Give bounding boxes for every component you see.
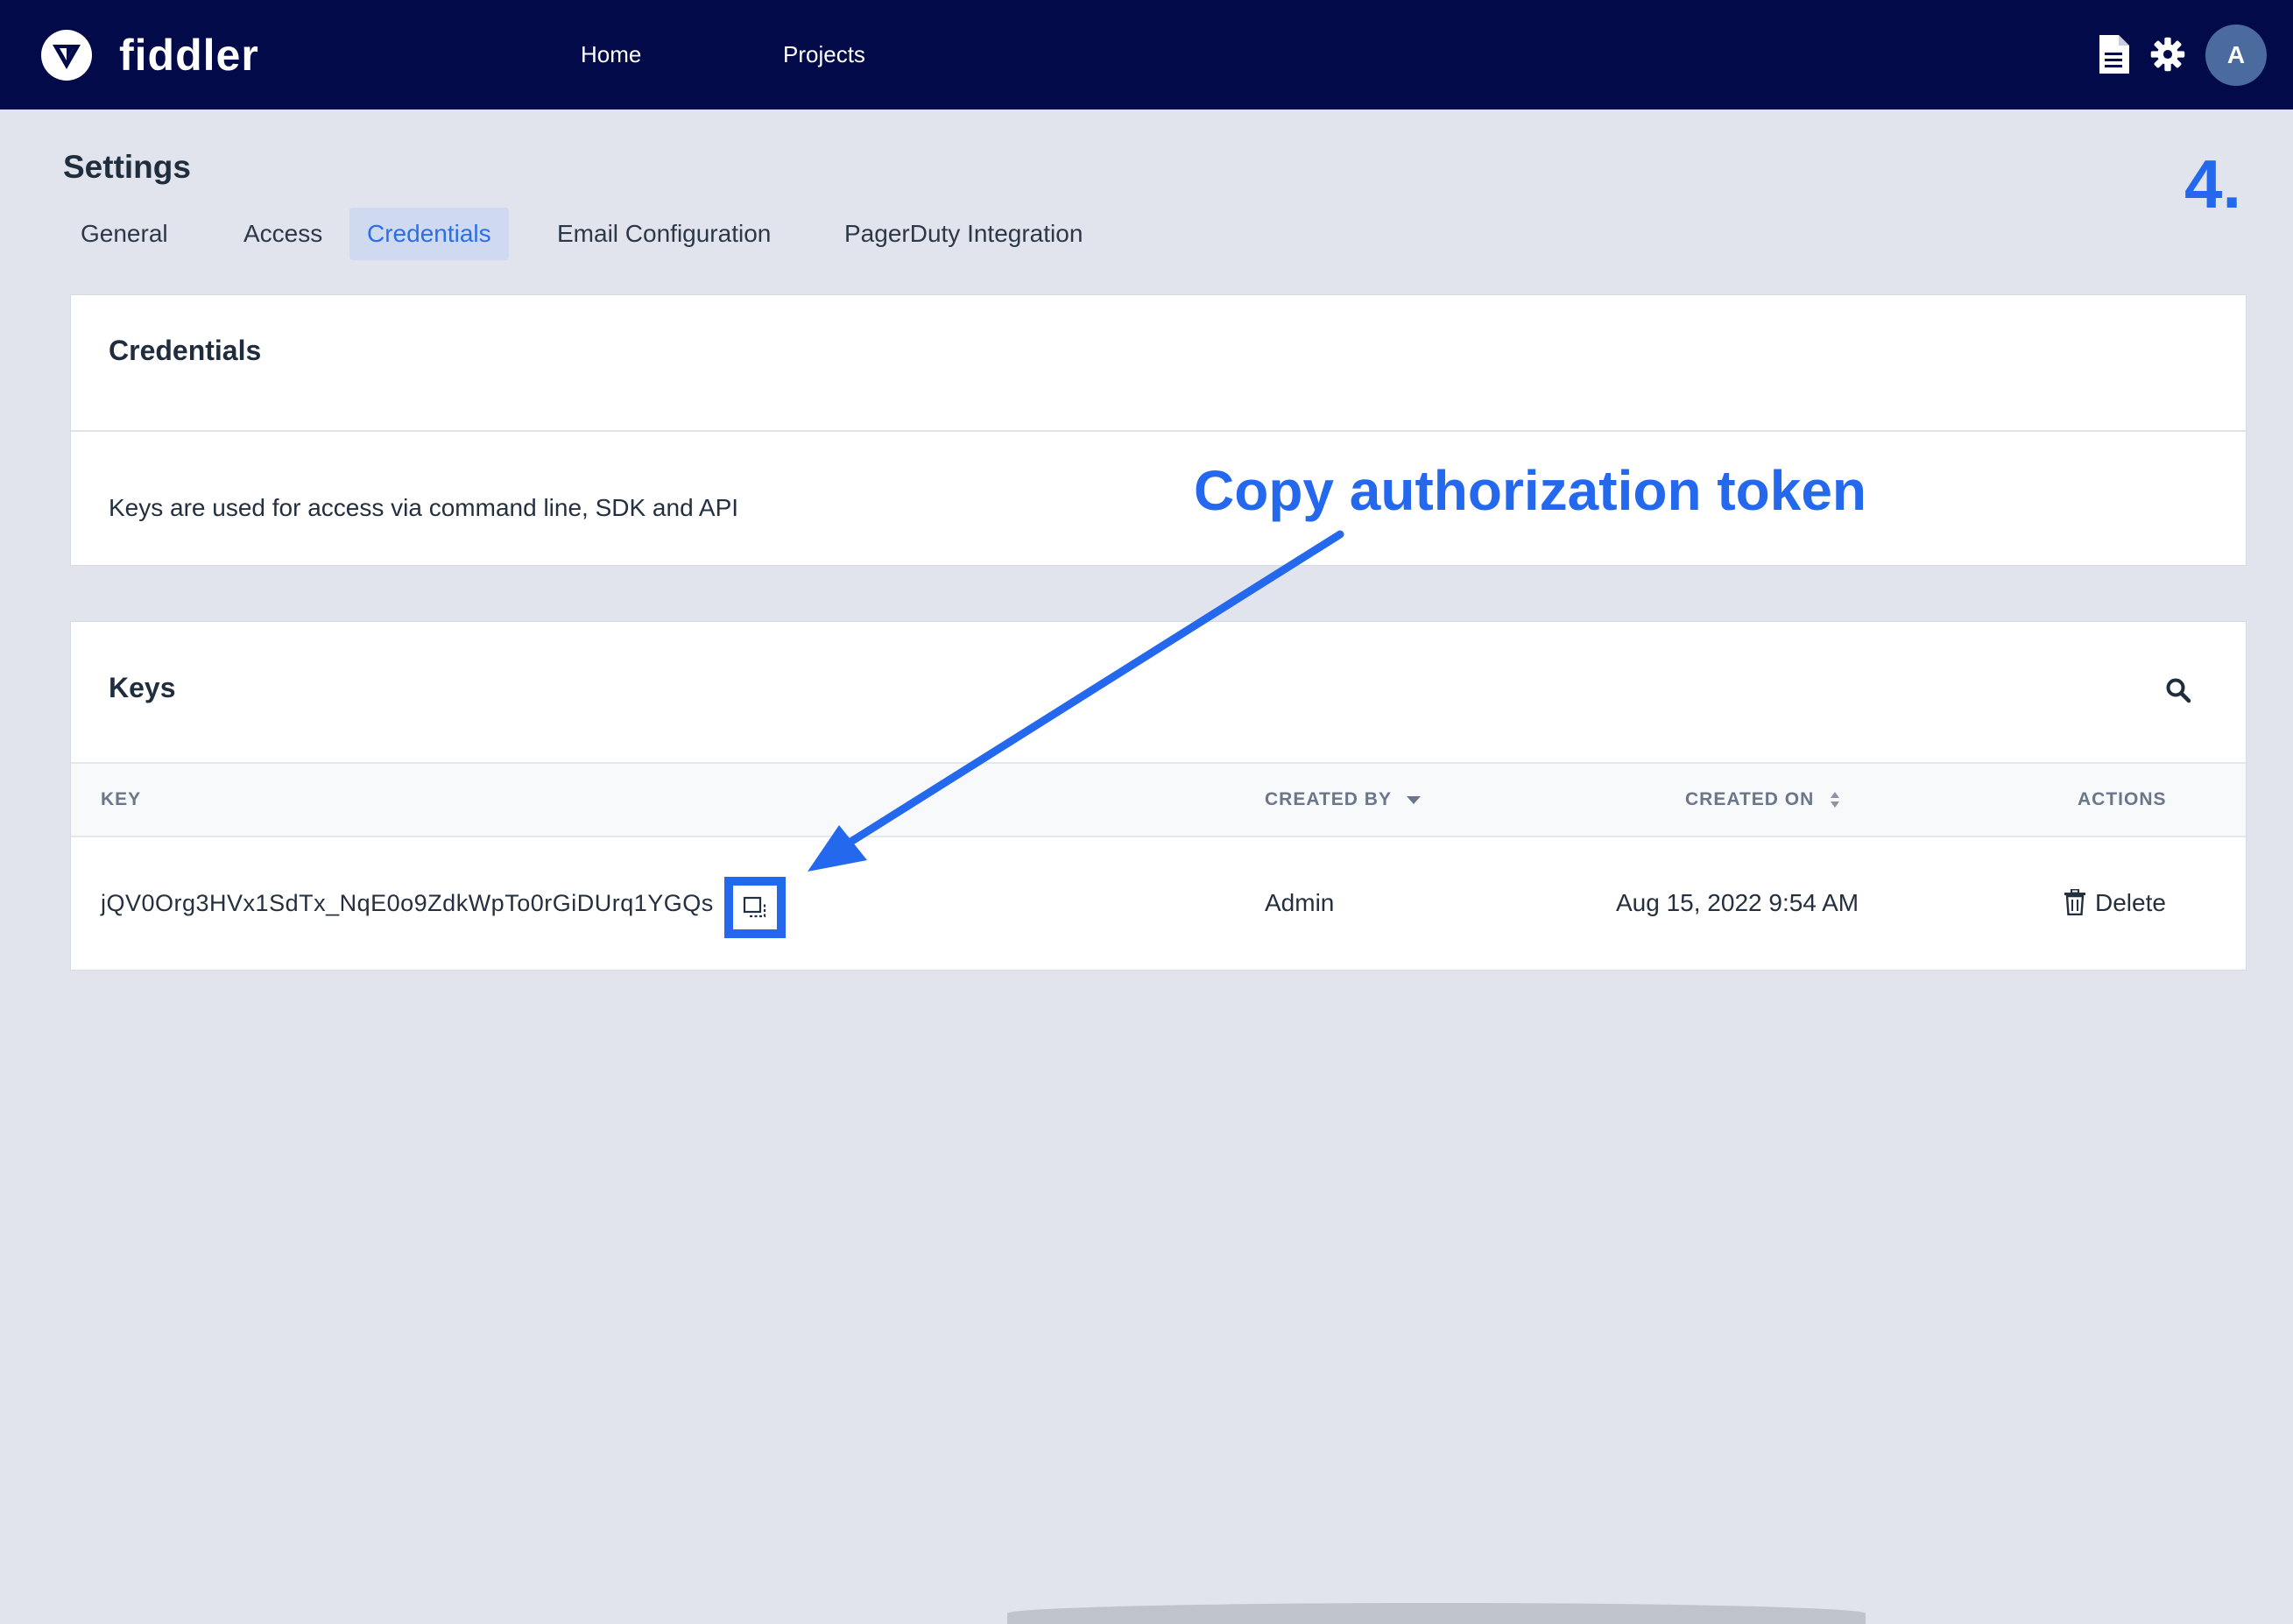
copy-icon [743,896,766,918]
created-on-value: Aug 15, 2022 9:54 AM [1616,889,1859,916]
document-icon[interactable] [2094,33,2133,75]
delete-button[interactable]: Delete [2064,837,2166,969]
bottom-shadow [1007,1603,1866,1624]
search-icon[interactable] [2165,677,2191,703]
column-header-actions: ACTIONS [2078,789,2167,809]
column-header-created-on-label: CREATED ON [1685,789,1815,809]
delete-label: Delete [2095,889,2166,916]
nav-projects-link[interactable]: Projects [783,35,865,74]
column-header-key: KEY [101,789,142,809]
app-logo-text[interactable]: fiddler [119,25,259,86]
keys-table-header: KEY CREATED BY CREATED ON ACTIONS [71,762,2246,837]
column-header-created-by[interactable]: CREATED BY [1265,764,1422,836]
tab-general[interactable]: General [63,208,186,260]
user-avatar[interactable]: A [2205,25,2267,86]
divider [71,430,2246,432]
created-by-value: Admin [1265,889,1335,916]
column-header-created-on[interactable]: CREATED ON [1685,764,1841,836]
credentials-panel: Credentials Keys are used for access via… [70,294,2247,566]
tab-access[interactable]: Access [226,208,340,260]
annotation-callout: Copy authorization token [1194,459,1866,522]
trash-icon [2064,888,2085,915]
column-header-created-by-label: CREATED BY [1265,789,1392,809]
copy-key-button[interactable] [724,877,786,938]
page-title: Settings [63,149,191,185]
nav-home-link[interactable]: Home [581,35,641,74]
gear-icon[interactable] [2148,33,2187,75]
credentials-description: Keys are used for access via command lin… [109,494,739,521]
tab-pagerduty-integration[interactable]: PagerDuty Integration [827,208,1100,260]
table-row: jQV0Org3HVx1SdTx_NqE0o9ZdkWpTo0rGiDUrq1Y… [71,837,2246,969]
sort-down-icon[interactable] [1406,794,1422,805]
top-navigation-bar: fiddler Home Projects A [0,0,2293,109]
key-value: jQV0Org3HVx1SdTx_NqE0o9ZdkWpTo0rGiDUrq1Y… [101,890,714,916]
tab-credentials[interactable]: Credentials [349,208,509,260]
step-number-annotation: 4. [2184,145,2242,222]
fiddler-logo-icon[interactable] [40,29,93,81]
keys-panel: Keys KEY CREATED BY CREATED ON ACTIONS j… [70,621,2247,971]
credentials-heading: Credentials [109,335,262,366]
keys-heading: Keys [109,672,176,703]
sort-both-icon[interactable] [1829,790,1841,809]
tab-email-configuration[interactable]: Email Configuration [540,208,788,260]
